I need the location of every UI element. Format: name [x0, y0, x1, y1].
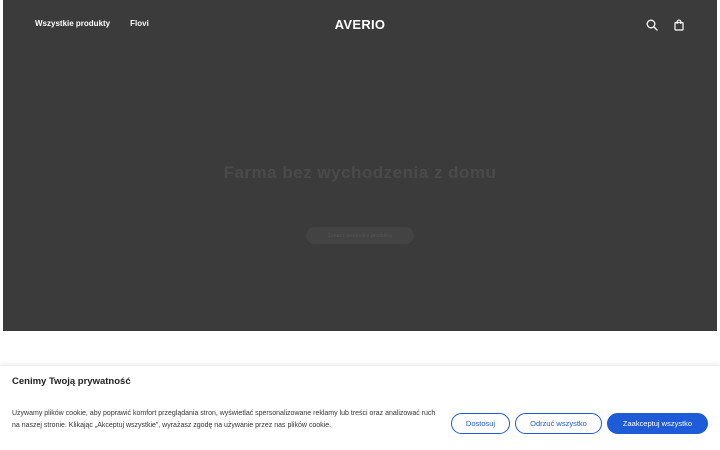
accept-all-button[interactable]: Zaakceptuj wszystko	[607, 413, 708, 434]
search-icon[interactable]	[645, 18, 658, 32]
hero-title: Farma bez wychodzenia z domu	[223, 163, 497, 182]
site-logo[interactable]: AVERIO	[335, 17, 386, 32]
header-actions	[645, 18, 685, 32]
nav-link-all-products[interactable]: Wszystkie produkty	[35, 19, 110, 28]
page: Wszystkie produkty Flovi AVERIO Farma be…	[0, 0, 720, 450]
cookie-consent-banner: Cenimy Twoją prywatność Używamy plików c…	[0, 365, 720, 450]
main-nav: Wszystkie produkty Flovi	[35, 19, 149, 28]
cookie-banner-actions: Dostosuj Odrzuć wszystko Zaakceptuj wszy…	[451, 413, 708, 434]
customize-button[interactable]: Dostosuj	[451, 413, 510, 434]
reject-all-button[interactable]: Odrzuć wszystko	[515, 413, 602, 434]
cookie-banner-text: Używamy plików cookie, aby poprawić komf…	[12, 410, 436, 429]
hero-cta-button[interactable]: Zobacz wszystkie produkty	[306, 227, 414, 244]
cookie-banner-title: Cenimy Twoją prywatność	[12, 376, 131, 387]
shopping-bag-icon[interactable]	[672, 18, 685, 32]
hero-section: Wszystkie produkty Flovi AVERIO Farma be…	[3, 0, 717, 331]
nav-link-flovi[interactable]: Flovi	[130, 19, 149, 28]
